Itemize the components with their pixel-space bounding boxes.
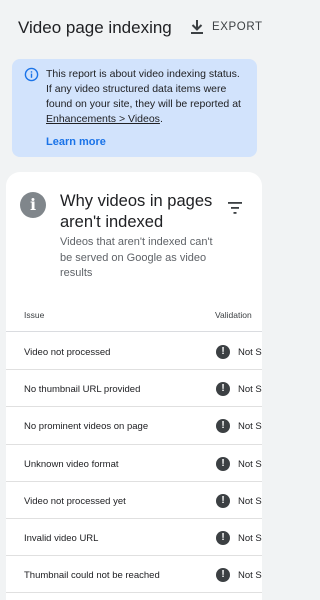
filter-icon[interactable] [227, 201, 243, 215]
card-title: Why videos in pages aren't indexed [60, 192, 213, 231]
info-text: This report is about video indexing stat… [46, 67, 246, 127]
validation-status: Not Started [238, 495, 262, 507]
issue-table-body: Video not processed ! Not Started No thu… [6, 333, 262, 594]
validation-status: Not Started [238, 421, 262, 433]
table-row[interactable]: No thumbnail URL provided ! Not Started [6, 370, 262, 408]
app-header: Video page indexing EXPORT [0, 0, 268, 58]
table-row[interactable]: Video not processed yet ! Not Started [6, 482, 262, 519]
table-row[interactable]: Unknown video format ! Not Started [6, 445, 262, 482]
export-label: EXPORT [212, 21, 263, 33]
info-text-start: This report is about video indexing stat… [46, 68, 241, 110]
download-icon [191, 20, 203, 34]
issue-label: No prominent videos on page [24, 421, 149, 433]
issue-label: Thumbnail could not be reached [24, 570, 160, 582]
issue-label: Invalid video URL [24, 532, 99, 544]
issue-label: No thumbnail URL provided [24, 384, 141, 396]
column-header-issue[interactable]: Issue [24, 310, 44, 320]
validation-status: Not Started [238, 570, 262, 582]
not-indexed-card: i Why videos in pages aren't indexed Vid… [6, 172, 262, 600]
table-row[interactable]: No prominent videos on page ! Not Starte… [6, 407, 262, 445]
table-header: Issue Validation [6, 294, 262, 332]
learn-more-link[interactable]: Learn more [46, 136, 106, 148]
warning-icon: ! [216, 345, 230, 359]
table-row[interactable]: Invalid video URL ! Not Started [6, 519, 262, 557]
warning-icon: ! [216, 568, 230, 583]
info-filled-icon: i [20, 192, 46, 218]
export-button[interactable]: EXPORT [190, 19, 263, 35]
validation-status: Not Started [238, 347, 262, 358]
validation-status: Not Started [238, 458, 262, 470]
validation-status: Not Started [238, 532, 262, 544]
warning-icon: ! [216, 456, 230, 471]
warning-icon: ! [216, 419, 230, 434]
card-subtitle: Videos that aren't indexed can't be serv… [60, 236, 213, 279]
info-banner: This report is about video indexing stat… [12, 59, 257, 157]
enhancements-videos-link[interactable]: Enhancements > Videos [46, 113, 160, 125]
issue-label: Video not processed yet [24, 495, 126, 507]
issue-label: Unknown video format [24, 458, 119, 470]
warning-icon: ! [216, 493, 230, 508]
table-row[interactable]: Video not processed ! Not Started [6, 333, 262, 371]
warning-icon: ! [216, 530, 230, 545]
warning-icon: ! [216, 382, 230, 397]
issue-label: Video not processed [24, 347, 111, 358]
info-text-end: . [159, 113, 163, 125]
column-header-validation[interactable]: Validation [215, 310, 252, 320]
info-outline-icon [24, 67, 39, 82]
page-title: Video page indexing [18, 18, 172, 37]
table-row[interactable]: Thumbnail could not be reached ! Not Sta… [6, 556, 262, 594]
validation-status: Not Started [238, 384, 262, 396]
